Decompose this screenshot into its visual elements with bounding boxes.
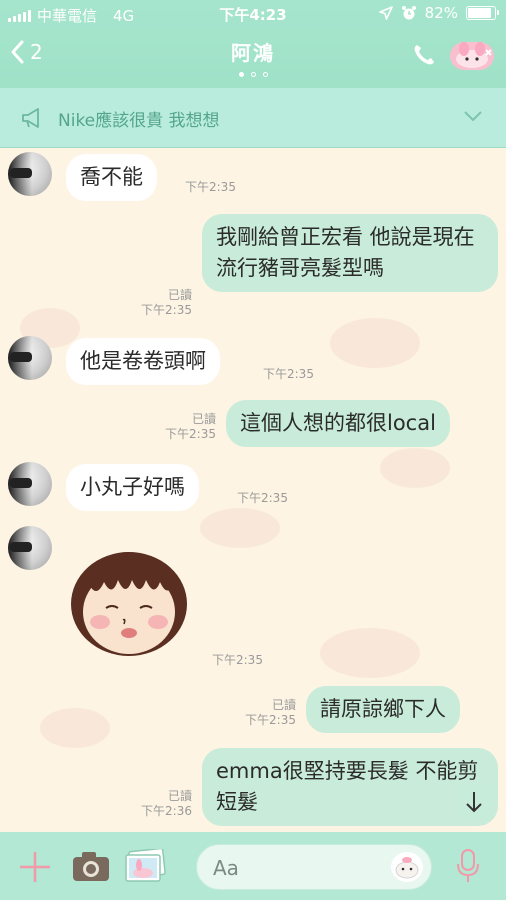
message-bubble-incoming[interactable]: 他是卷卷頭啊 [66, 338, 220, 385]
battery-icon [466, 6, 499, 20]
message-bubble-outgoing[interactable]: 這個人想的都很local [226, 400, 450, 447]
contact-avatar[interactable] [8, 152, 52, 196]
message-input[interactable]: Aa [196, 844, 432, 890]
message-bubble-outgoing[interactable]: 請原諒鄉下人 [306, 686, 460, 733]
page-indicator [0, 72, 506, 77]
message-bubble-outgoing[interactable]: 我剛給曾正宏看 他說是現在流行豬哥亮髮型嗎 [202, 214, 498, 292]
message-read-receipt: 已讀 [191, 412, 216, 426]
status-bar: 中華電信 4G 下午4:23 82% [0, 0, 506, 28]
camera-icon[interactable] [72, 849, 110, 883]
chat-header: 2 阿鴻 [0, 28, 506, 88]
contact-avatar[interactable] [8, 462, 52, 506]
plus-icon[interactable] [18, 850, 52, 884]
contact-avatar[interactable] [8, 336, 52, 380]
phone-icon[interactable] [412, 43, 436, 67]
message-time: 下午2:35 [185, 180, 236, 194]
announcement-text: Nike應該很貴 我想想 [58, 111, 220, 131]
battery-fill [468, 8, 491, 18]
chevron-down-icon[interactable] [464, 110, 482, 122]
message-read-receipt: 已讀 [167, 288, 192, 302]
message-time: 下午2:35 [165, 427, 216, 441]
location-icon [378, 6, 393, 20]
microphone-icon[interactable] [456, 848, 480, 884]
alarm-icon [401, 6, 416, 20]
contact-avatar[interactable] [8, 526, 52, 570]
message-bubble-outgoing[interactable]: emma很堅持要長髮 不能剪短髮 [202, 748, 498, 826]
input-bar: Aa [0, 832, 506, 900]
arrow-down-icon [466, 792, 482, 813]
battery-percent: 82% [424, 4, 458, 22]
message-time: 下午2:35 [212, 653, 263, 667]
message-bubble-incoming[interactable]: 小丸子好嗎 [66, 464, 199, 511]
message-read-receipt: 已讀 [271, 698, 296, 712]
message-time: 下午2:35 [141, 303, 192, 317]
bunny-sticker-icon [456, 42, 492, 68]
photo-icon[interactable] [124, 849, 166, 883]
message-time: 下午2:36 [141, 804, 192, 818]
message-read-receipt: 已讀 [167, 789, 192, 803]
chibi-girl-sticker[interactable] [68, 540, 190, 662]
message-input-placeholder: Aa [213, 856, 239, 880]
message-bubble-incoming[interactable]: 喬不能 [66, 154, 157, 201]
scroll-to-bottom-button[interactable] [456, 784, 492, 820]
megaphone-icon [22, 108, 39, 128]
message-time: 下午2:35 [245, 713, 296, 727]
sticker-menu-button[interactable] [450, 42, 494, 70]
message-time: 下午2:35 [237, 491, 288, 505]
chat-area[interactable]: 喬不能 下午2:35 已讀 下午2:35 我剛給曾正宏看 他說是現在流行豬哥亮髮… [0, 148, 506, 832]
message-time: 下午2:35 [263, 367, 314, 381]
emoji-sticker-icon[interactable] [391, 852, 423, 882]
announcement-bar[interactable]: Nike應該很貴 我想想 [0, 88, 506, 148]
